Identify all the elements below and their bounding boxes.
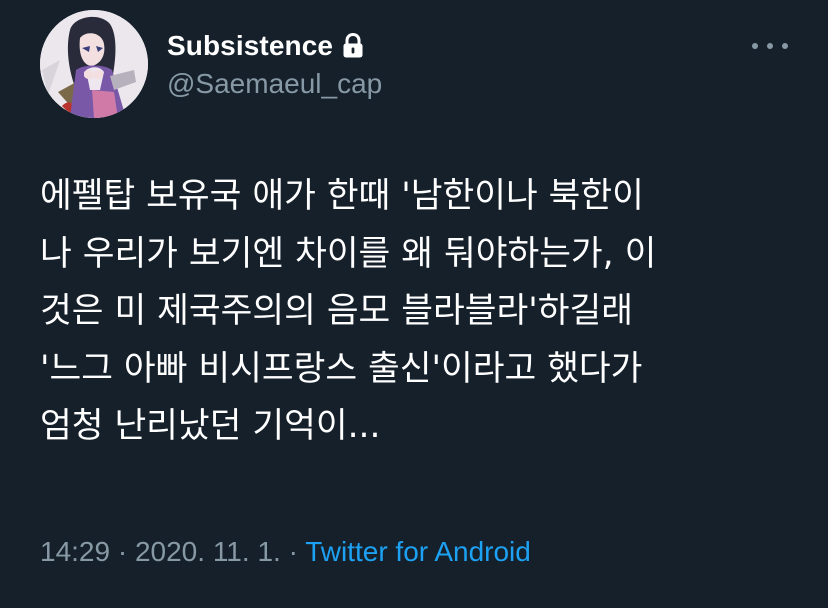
more-horizontal-icon[interactable] [752,36,788,56]
dot-icon [782,43,788,49]
tweet-text-line: '느그 아빠 비시프랑스 출신'이라고 했다가 [40,348,643,389]
tweet-text-line: 것은 미 제국주의의 음모 블라블라'하길래 [40,291,633,331]
dot-icon [767,43,773,49]
tweet-text-line: 에펠탑 보유국 애가 한때 '남한이나 북한이 [40,176,644,216]
tweet-time[interactable]: 14:29 [40,536,110,567]
tweet-card: Subsistence @Saemaeul_cap 에펠탑 보유국 애가 한때 … [0,0,828,608]
user-handle[interactable]: @Saemaeul_cap [167,68,382,100]
tweet-meta: 14:29 · 2020. 11. 1. · Twitter for Andro… [40,536,531,568]
avatar[interactable] [40,10,148,118]
display-name[interactable]: Subsistence [167,30,333,62]
meta-separator: · [288,536,298,567]
tweet-text: 에펠탑 보유국 애가 한때 '남한이나 북한이 나 우리가 보기엔 차이를 왜 … [40,168,810,456]
lock-icon [342,32,364,59]
tweet-date[interactable]: 2020. 11. 1. [135,536,281,567]
user-name-row: Subsistence [167,28,364,64]
tweet-text-line: 엄청 난리났던 기억이... [40,406,381,446]
tweet-text-line: 나 우리가 보기엔 차이를 왜 둬야하는가, 이 [40,233,657,274]
meta-separator: · [117,536,128,567]
tweet-source-link[interactable]: Twitter for Android [305,536,531,567]
dot-icon [752,43,758,49]
avatar-image [40,10,148,118]
